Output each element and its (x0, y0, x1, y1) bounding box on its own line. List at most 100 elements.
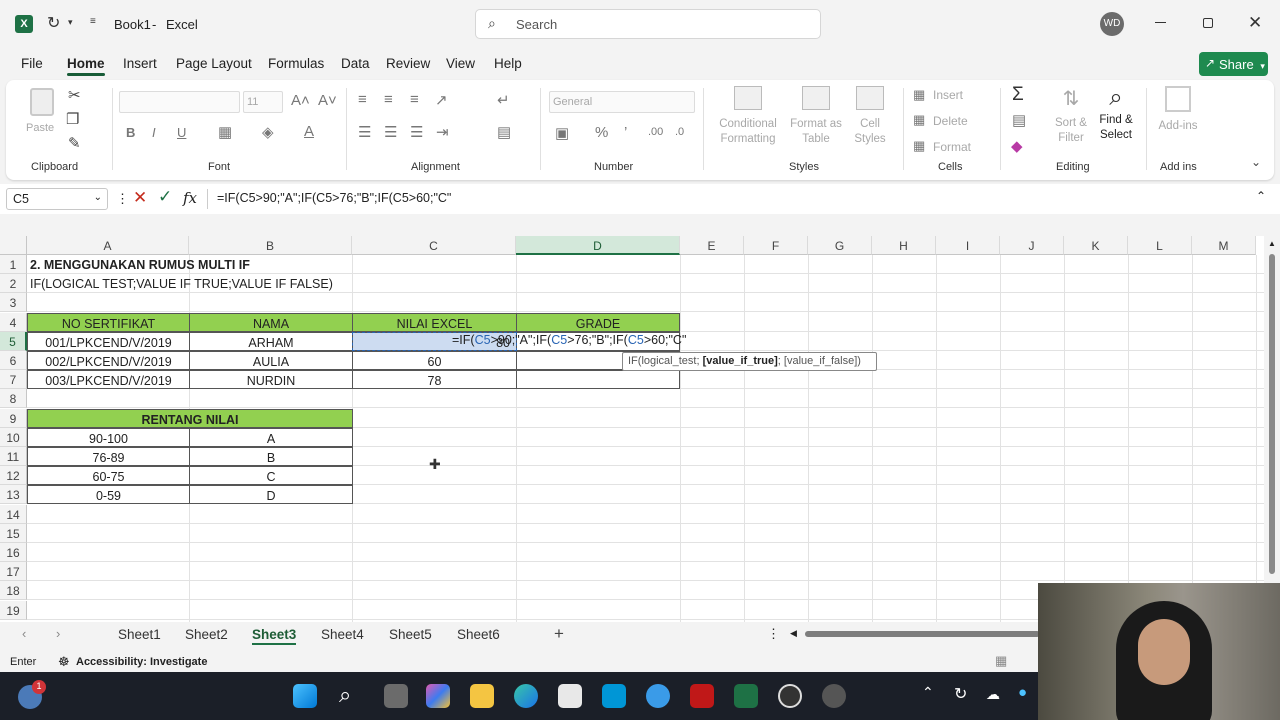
copilot-icon[interactable] (426, 684, 450, 708)
format-cells-icon[interactable]: ▦ (913, 138, 925, 154)
undo-dropdown-icon[interactable]: ▾ (68, 17, 73, 28)
sync-icon[interactable]: ↻ (954, 684, 967, 704)
sheet-tab-3-active[interactable]: Sheet3 (252, 627, 297, 645)
search-box[interactable]: ⌕ Search (475, 9, 821, 39)
mcafee-icon[interactable] (690, 684, 714, 708)
cell-b11[interactable]: B (189, 447, 353, 466)
redo-icon[interactable]: ↻ (47, 13, 60, 33)
align-right-icon[interactable]: ☰ (410, 123, 423, 141)
column-header-e[interactable]: E (680, 236, 744, 255)
chrome-icon[interactable] (822, 684, 846, 708)
header-no-sertifikat[interactable]: NO SERTIFIKAT (27, 313, 190, 332)
tab-help[interactable]: Help (494, 56, 522, 71)
help-icon[interactable] (646, 684, 670, 708)
bold-button[interactable]: B (126, 125, 135, 140)
add-ins-button[interactable]: Add-ins (1154, 86, 1202, 136)
accounting-icon[interactable]: ▣ (555, 124, 569, 142)
column-header-b[interactable]: B (189, 236, 352, 255)
autosum-icon[interactable]: Σ (1012, 84, 1024, 106)
decrease-font-icon[interactable]: A˅ (318, 92, 337, 109)
row-header-10[interactable]: 10 (0, 427, 27, 447)
insert-function-icon[interactable]: fx (183, 189, 197, 207)
cell-d5-editor[interactable]: =IF(C5>90;"A";IF(C5>76;"B";IF(C5>60;"C" (450, 332, 686, 351)
row-header-15[interactable]: 15 (0, 523, 27, 543)
column-header-h[interactable]: H (872, 236, 936, 255)
clear-icon[interactable]: ◆ (1011, 137, 1023, 155)
column-header-m[interactable]: M (1192, 236, 1256, 255)
row-header-2[interactable]: 2 (0, 274, 27, 294)
row-header-13[interactable]: 13 (0, 485, 27, 505)
column-header-d[interactable]: D (516, 236, 680, 255)
delete-cells-button[interactable]: Delete (933, 114, 968, 128)
cell-d7[interactable] (516, 370, 680, 389)
cell-b13[interactable]: D (189, 485, 353, 504)
wrap-text-icon[interactable]: ↵ (497, 91, 510, 109)
delete-cells-icon[interactable]: ▦ (913, 112, 925, 128)
copy-icon[interactable]: ❐ (66, 110, 79, 128)
start-windows-icon[interactable] (293, 684, 317, 708)
number-format-select[interactable]: General (549, 91, 695, 113)
column-header-l[interactable]: L (1128, 236, 1192, 255)
conditional-formatting-button[interactable]: Conditional Formatting (712, 86, 784, 152)
name-box[interactable]: C5 ⌄ (6, 188, 108, 210)
row-header-18[interactable]: 18 (0, 581, 27, 601)
indent-icon[interactable]: ⇥ (436, 123, 449, 141)
align-top-icon[interactable]: ≡ (358, 91, 367, 108)
file-explorer-icon[interactable] (470, 684, 494, 708)
cell-b7[interactable]: NURDIN (189, 370, 353, 389)
sheet-tab-2[interactable]: Sheet2 (185, 627, 228, 642)
italic-button[interactable]: I (152, 125, 156, 140)
tab-insert[interactable]: Insert (123, 56, 157, 71)
row-header-7[interactable]: 7 (0, 370, 27, 390)
row-header-14[interactable]: 14 (0, 504, 27, 524)
row-header-12[interactable]: 12 (0, 466, 27, 486)
column-header-c[interactable]: C (352, 236, 516, 255)
insert-cells-button[interactable]: Insert (933, 88, 963, 102)
merge-center-icon[interactable]: ▤ (497, 123, 511, 141)
normal-view-icon[interactable]: ▦ (995, 653, 1007, 669)
font-color-icon[interactable]: A (304, 123, 314, 140)
row-header-3[interactable]: 3 (0, 293, 27, 313)
scroll-thumb[interactable] (1269, 254, 1275, 574)
decrease-decimal-icon[interactable]: .0 (675, 126, 684, 138)
format-painter-icon[interactable]: ✎ (68, 134, 81, 152)
header-grade[interactable]: GRADE (516, 313, 680, 332)
close-icon[interactable]: ✕ (1248, 13, 1262, 33)
column-header-j[interactable]: J (1000, 236, 1064, 255)
onedrive-icon[interactable]: ☁ (986, 686, 1000, 703)
percent-icon[interactable]: % (595, 124, 608, 141)
cell-b10[interactable]: A (189, 428, 353, 447)
horizontal-scrollbar[interactable]: ◀ (790, 628, 1040, 640)
cancel-icon[interactable]: ✕ (133, 188, 147, 208)
expand-formula-bar-icon[interactable]: ⌃ (1256, 189, 1266, 203)
task-view-icon[interactable] (384, 684, 408, 708)
row-header-6[interactable]: 6 (0, 351, 27, 370)
row-header-16[interactable]: 16 (0, 543, 27, 562)
enter-check-icon[interactable]: ✓ (158, 187, 172, 207)
align-left-icon[interactable]: ☰ (358, 123, 371, 141)
increase-font-icon[interactable]: A˄ (291, 92, 310, 109)
edge-icon[interactable] (514, 684, 538, 708)
tab-view[interactable]: View (446, 56, 475, 71)
cell-a6[interactable]: 002/LPKCEND/V/2019 (27, 351, 190, 370)
horizontal-scroll-thumb[interactable] (805, 631, 1040, 637)
row-header-5[interactable]: 5 (0, 331, 27, 351)
minimize-icon[interactable] (1155, 22, 1166, 23)
column-header-a[interactable]: A (27, 236, 189, 255)
header-nama[interactable]: NAMA (189, 313, 353, 332)
cell-c6[interactable]: 60 (352, 351, 517, 370)
tab-home[interactable]: Home (67, 56, 105, 76)
add-sheet-icon[interactable]: + (554, 624, 564, 644)
more-tabs-icon[interactable]: ⋮ (767, 626, 780, 642)
chevron-up-icon[interactable]: ⌃ (922, 684, 934, 701)
align-bottom-icon[interactable]: ≡ (410, 91, 419, 108)
excel-taskbar-icon[interactable] (734, 684, 758, 708)
fill-color-icon[interactable]: ◈ (262, 123, 274, 141)
collapse-ribbon-icon[interactable]: ⌄ (1251, 155, 1261, 169)
restore-icon[interactable] (1203, 18, 1213, 28)
tab-review[interactable]: Review (386, 56, 430, 71)
myhp-icon[interactable] (602, 684, 626, 708)
row-header-19[interactable]: 19 (0, 600, 27, 620)
format-as-table-button[interactable]: Format as Table (786, 86, 846, 152)
prev-sheet-icon[interactable]: ‹ (22, 626, 26, 641)
